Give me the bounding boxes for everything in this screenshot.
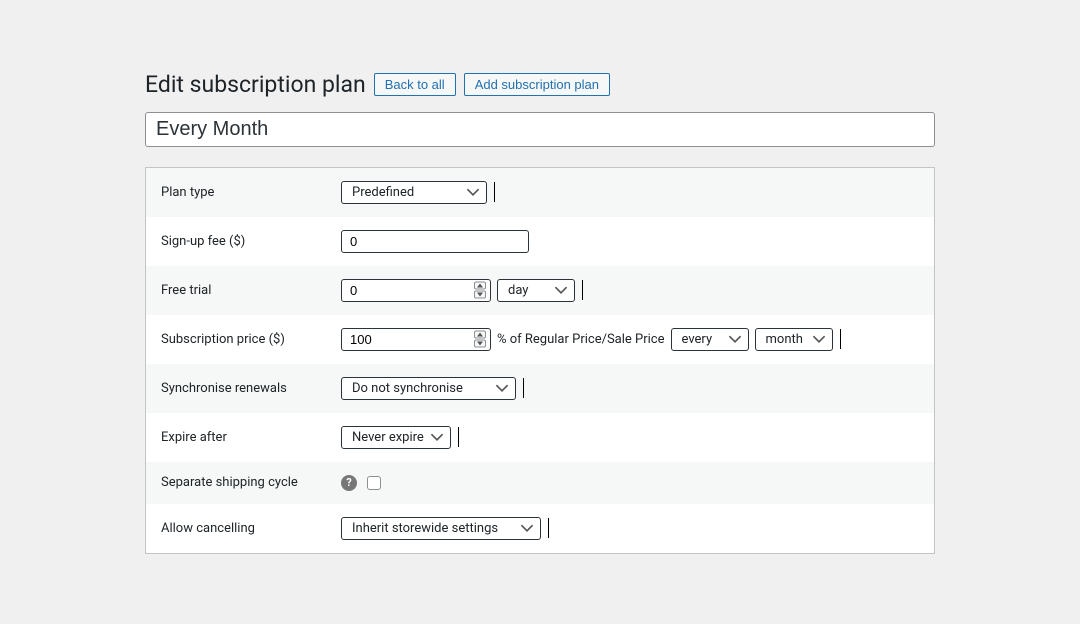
- spinner-down[interactable]: [474, 291, 486, 299]
- settings-table: Plan type Predefined Sign-up fee ($) Fre…: [145, 167, 935, 554]
- separate-shipping-row: Separate shipping cycle ?: [146, 462, 934, 504]
- frequency-value: every: [682, 332, 713, 347]
- free-trial-unit-select[interactable]: day: [497, 279, 575, 302]
- help-icon[interactable]: ?: [341, 475, 357, 491]
- chevron-down-icon: [430, 430, 444, 444]
- allow-cancelling-select[interactable]: Inherit storewide settings: [341, 517, 541, 540]
- expire-after-value: Never expire: [352, 430, 424, 445]
- subscription-price-input[interactable]: [350, 332, 468, 347]
- add-subscription-button[interactable]: Add subscription plan: [464, 73, 610, 96]
- signup-fee-row: Sign-up fee ($): [146, 217, 934, 266]
- sync-renewals-select[interactable]: Do not synchronise: [341, 377, 516, 400]
- expire-after-row: Expire after Never expire: [146, 413, 934, 462]
- divider: [840, 329, 842, 349]
- allow-cancelling-label: Allow cancelling: [161, 521, 341, 536]
- signup-fee-label: Sign-up fee ($): [161, 234, 341, 249]
- subscription-price-label: Subscription price ($): [161, 332, 341, 347]
- period-value: month: [766, 332, 803, 347]
- page-title: Edit subscription plan: [145, 70, 366, 100]
- separate-shipping-checkbox[interactable]: [367, 476, 381, 490]
- expire-after-select[interactable]: Never expire: [341, 426, 451, 449]
- plan-type-value: Predefined: [352, 185, 414, 200]
- frequency-select[interactable]: every: [671, 328, 749, 351]
- divider: [458, 427, 460, 447]
- divider: [548, 518, 550, 538]
- plan-name-input[interactable]: [145, 112, 935, 147]
- allow-cancelling-row: Allow cancelling Inherit storewide setti…: [146, 504, 934, 553]
- period-select[interactable]: month: [755, 328, 833, 351]
- sync-renewals-value: Do not synchronise: [352, 381, 463, 396]
- subscription-price-row: Subscription price ($) % of Regular Pric…: [146, 315, 934, 364]
- back-to-all-button[interactable]: Back to all: [374, 73, 456, 96]
- divider: [523, 378, 525, 398]
- free-trial-input-wrap: [341, 279, 491, 302]
- plan-type-select[interactable]: Predefined: [341, 181, 487, 204]
- spinner-up[interactable]: [474, 331, 486, 339]
- subscription-price-input-wrap: [341, 328, 491, 351]
- signup-fee-input[interactable]: [341, 230, 529, 253]
- chevron-down-icon: [466, 185, 480, 199]
- page-header: Edit subscription plan Back to all Add s…: [145, 70, 935, 100]
- plan-type-row: Plan type Predefined: [146, 168, 934, 217]
- chevron-down-icon: [812, 332, 826, 346]
- chevron-down-icon: [554, 283, 568, 297]
- free-trial-label: Free trial: [161, 283, 341, 298]
- expire-after-label: Expire after: [161, 430, 341, 445]
- chevron-down-icon: [495, 381, 509, 395]
- divider: [494, 182, 496, 202]
- free-trial-input[interactable]: [350, 283, 468, 298]
- sync-renewals-label: Synchronise renewals: [161, 381, 341, 396]
- separate-shipping-label: Separate shipping cycle: [161, 475, 341, 490]
- divider: [582, 280, 584, 300]
- chevron-down-icon: [728, 332, 742, 346]
- chevron-down-icon: [520, 521, 534, 535]
- free-trial-row: Free trial day: [146, 266, 934, 315]
- plan-type-label: Plan type: [161, 185, 341, 200]
- spinner-down[interactable]: [474, 340, 486, 348]
- sync-renewals-row: Synchronise renewals Do not synchronise: [146, 364, 934, 413]
- number-spinner: [474, 331, 486, 348]
- price-note: % of Regular Price/Sale Price: [497, 332, 665, 347]
- free-trial-unit-value: day: [508, 283, 528, 298]
- spinner-up[interactable]: [474, 282, 486, 290]
- allow-cancelling-value: Inherit storewide settings: [352, 521, 498, 536]
- number-spinner: [474, 282, 486, 299]
